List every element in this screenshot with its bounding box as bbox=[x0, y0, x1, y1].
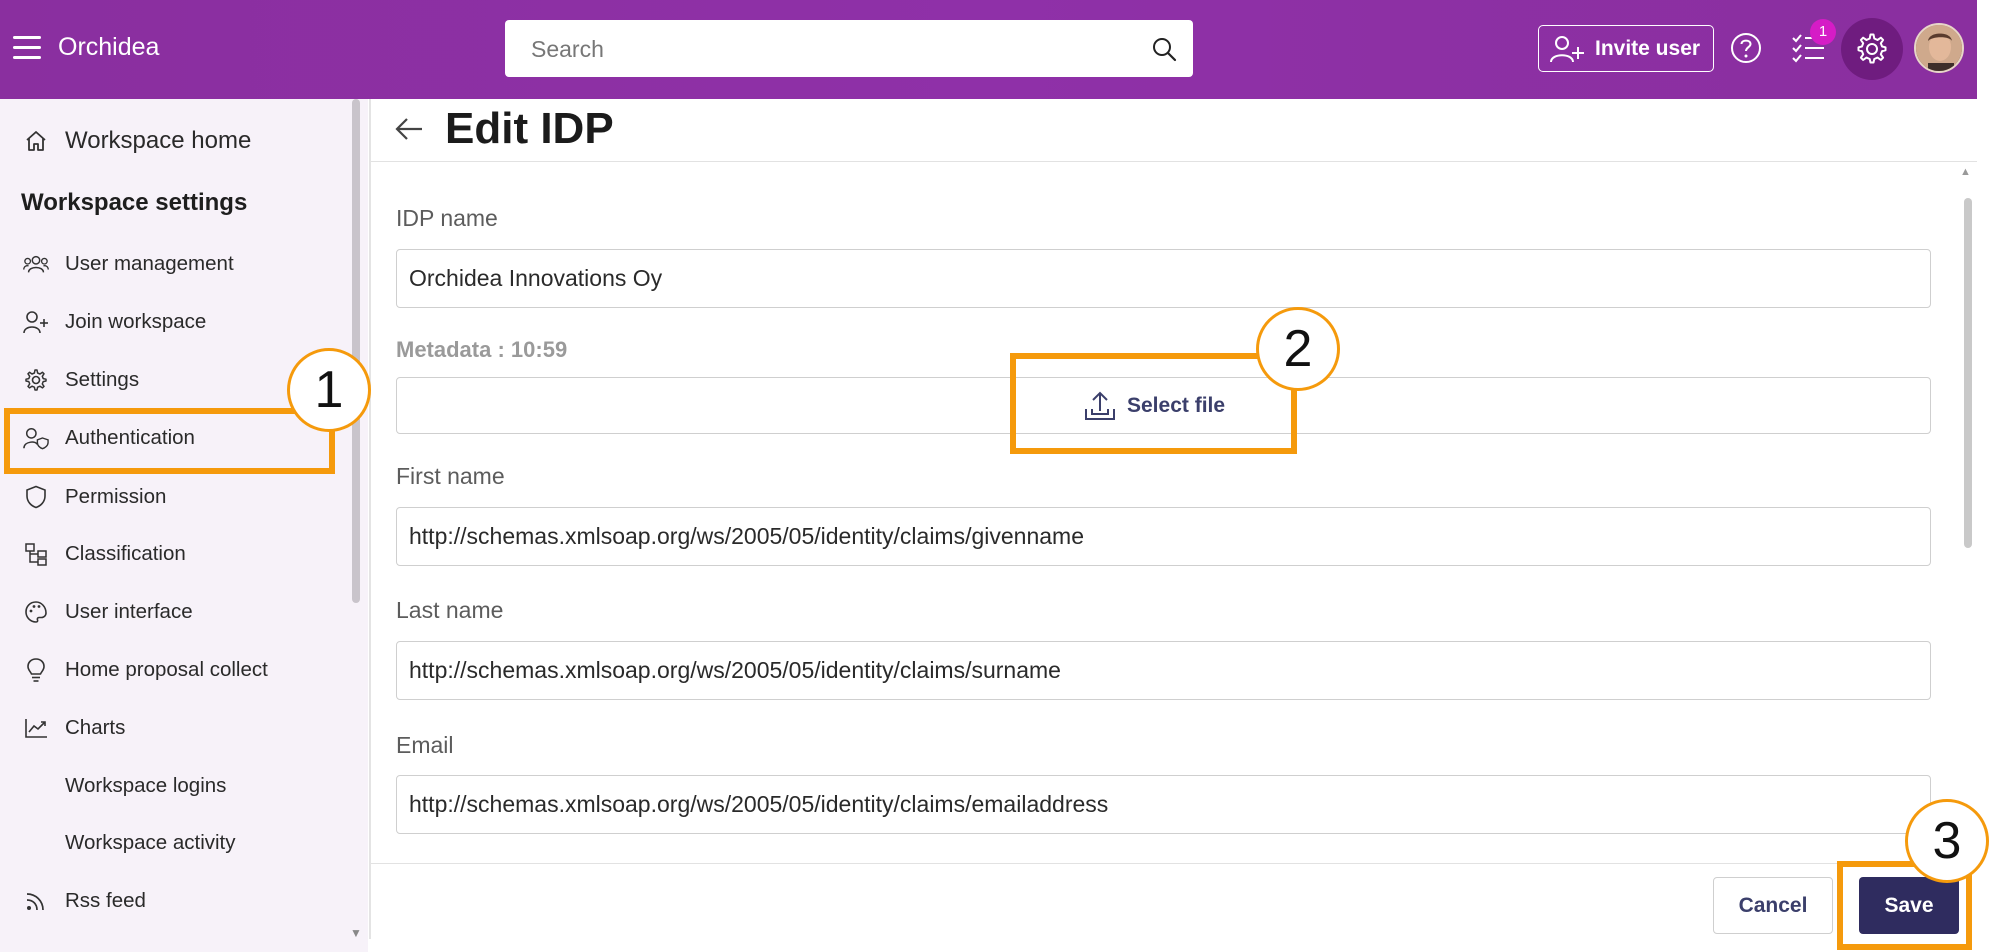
last-name-label: Last name bbox=[396, 597, 504, 623]
settings-button[interactable] bbox=[1841, 18, 1903, 80]
top-bar: Orchidea Invite user 1 bbox=[0, 0, 1977, 99]
sidebar-item-label: Workspace activity bbox=[65, 831, 236, 854]
sidebar-item-classification[interactable]: Classification bbox=[0, 531, 340, 577]
step-callout-3: 3 bbox=[1905, 799, 1989, 883]
sidebar-item-join-workspace[interactable]: Join workspace bbox=[0, 299, 340, 345]
sidebar-item-label: User management bbox=[65, 252, 234, 275]
app-name[interactable]: Orchidea bbox=[58, 33, 159, 62]
sidebar-item-workspace-home[interactable]: Workspace home bbox=[0, 118, 340, 164]
shield-icon bbox=[23, 484, 49, 510]
sidebar-item-rss-feed[interactable]: Rss feed bbox=[0, 878, 340, 924]
sidebar-section-title: Workspace settings bbox=[21, 189, 248, 216]
last-name-field[interactable]: http://schemas.xmlsoap.org/ws/2005/05/id… bbox=[396, 641, 1931, 700]
sidebar-item-permission[interactable]: Permission bbox=[0, 474, 340, 520]
highlight-authentication bbox=[4, 408, 335, 474]
sidebar-item-label: Classification bbox=[65, 542, 186, 565]
lightbulb-icon bbox=[23, 657, 49, 683]
search-icon[interactable] bbox=[1151, 36, 1177, 62]
menu-icon[interactable] bbox=[13, 36, 41, 60]
chart-line-icon bbox=[23, 715, 49, 741]
step-callout-1: 1 bbox=[287, 348, 371, 432]
footer-divider bbox=[371, 863, 1977, 864]
avatar-photo bbox=[1916, 25, 1962, 71]
title-divider bbox=[371, 161, 1977, 162]
sidebar-item-user-interface[interactable]: User interface bbox=[0, 589, 340, 635]
sidebar-item-label: Permission bbox=[65, 485, 167, 508]
sidebar-item-label: Rss feed bbox=[65, 889, 146, 912]
idp-name-label: IDP name bbox=[396, 205, 498, 231]
rss-icon bbox=[23, 888, 49, 914]
main-scrollbar[interactable] bbox=[1964, 198, 1972, 548]
users-icon bbox=[23, 251, 49, 277]
sidebar-scrollbar[interactable] bbox=[352, 99, 360, 603]
palette-icon bbox=[23, 599, 49, 625]
step-callout-2: 2 bbox=[1256, 307, 1340, 391]
sidebar-divider bbox=[369, 99, 371, 939]
sidebar-item-label: Home proposal collect bbox=[65, 658, 268, 681]
first-name-label: First name bbox=[396, 463, 505, 489]
first-name-field[interactable]: http://schemas.xmlsoap.org/ws/2005/05/id… bbox=[396, 507, 1931, 566]
sidebar-item-label: Workspace logins bbox=[65, 774, 227, 797]
sidebar-item-home-proposal-collect[interactable]: Home proposal collect bbox=[0, 647, 340, 693]
metadata-label: Metadata : 10:59 bbox=[396, 337, 568, 362]
sidebar-item-label: Settings bbox=[65, 368, 140, 391]
search-input[interactable] bbox=[505, 20, 1153, 79]
sidebar-item-user-management[interactable]: User management bbox=[0, 241, 340, 287]
sidebar-scroll-down-icon[interactable]: ▼ bbox=[350, 926, 362, 940]
cancel-button[interactable]: Cancel bbox=[1713, 877, 1833, 934]
sidebar-item-label: Charts bbox=[65, 716, 126, 739]
back-arrow-icon[interactable] bbox=[393, 113, 425, 145]
sidebar-item-workspace-logins[interactable]: Workspace logins bbox=[0, 763, 340, 809]
gear-icon bbox=[1857, 33, 1887, 64]
sidebar-item-charts[interactable]: Charts bbox=[0, 705, 340, 751]
invite-user-label: Invite user bbox=[1595, 36, 1701, 60]
hierarchy-icon bbox=[23, 541, 49, 567]
search-box[interactable] bbox=[505, 20, 1193, 79]
invite-user-button[interactable]: Invite user bbox=[1538, 25, 1714, 72]
page-title: Edit IDP bbox=[445, 104, 614, 153]
user-avatar[interactable] bbox=[1914, 23, 1964, 73]
help-icon[interactable] bbox=[1729, 31, 1763, 65]
person-add-icon bbox=[1550, 35, 1584, 62]
gear-icon bbox=[23, 367, 49, 393]
sidebar-item-workspace-activity[interactable]: Workspace activity bbox=[0, 820, 340, 866]
home-icon bbox=[23, 128, 49, 154]
sidebar-item-label: Join workspace bbox=[65, 310, 207, 333]
highlight-select-file bbox=[1010, 353, 1297, 454]
sidebar-item-label: Workspace home bbox=[65, 127, 252, 154]
notification-badge: 1 bbox=[1810, 19, 1836, 45]
sidebar-item-label: User interface bbox=[65, 600, 193, 623]
email-label: Email bbox=[396, 732, 454, 758]
scroll-up-icon[interactable]: ▲ bbox=[1960, 166, 1971, 178]
email-field[interactable]: http://schemas.xmlsoap.org/ws/2005/05/id… bbox=[396, 775, 1931, 834]
idp-name-field[interactable]: Orchidea Innovations Oy bbox=[396, 249, 1931, 308]
person-add-icon bbox=[23, 309, 49, 335]
